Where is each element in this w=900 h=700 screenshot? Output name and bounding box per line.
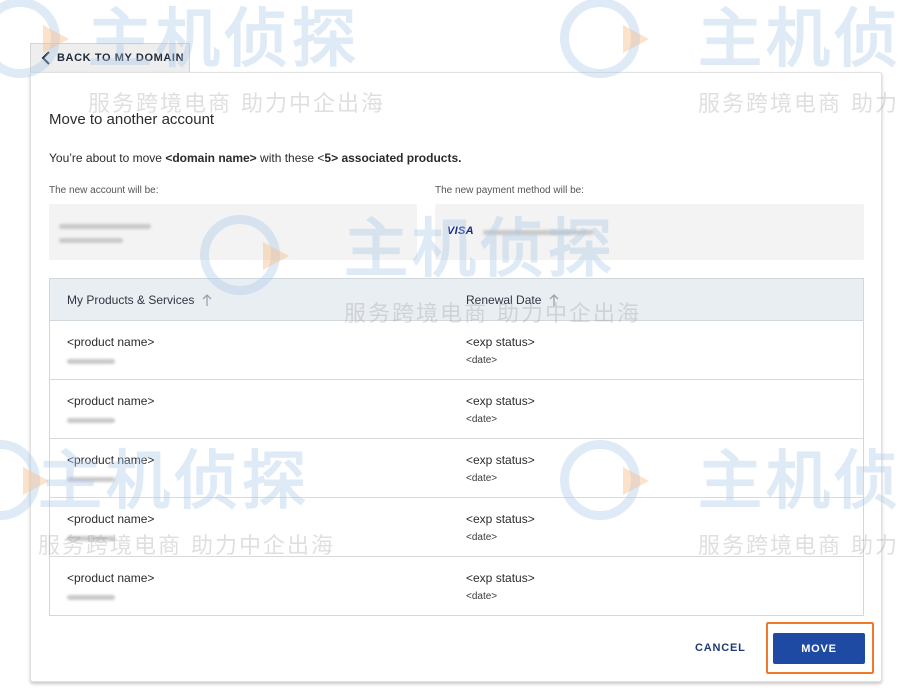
visa-icon: VISA <box>447 225 474 237</box>
blurred-domain <box>67 477 115 482</box>
product-name: <product name> <box>67 335 155 349</box>
chevron-left-icon <box>41 51 50 65</box>
new-account-box <box>49 204 417 260</box>
product-name: <product name> <box>67 453 155 467</box>
arrow-up-icon <box>202 294 212 306</box>
renewal-date: <date> <box>466 591 498 602</box>
table-row: <product name> <exp status> <date> <box>50 439 863 498</box>
move-button[interactable]: MOVE <box>773 633 865 664</box>
column-header-renewal-date[interactable]: Renewal Date <box>466 293 559 307</box>
new-payment-label: The new payment method will be: <box>435 185 584 196</box>
globe-icon <box>560 0 649 78</box>
blurred-account-name <box>59 224 151 229</box>
product-name: <product name> <box>67 571 155 585</box>
table-header: My Products & Services Renewal Date <box>50 279 863 321</box>
table-row: <product name> <exp status> <date> <box>50 321 863 380</box>
domain-name: <domain name> <box>165 151 257 165</box>
product-name: <product name> <box>67 512 155 526</box>
back-button-label: BACK TO MY DOMAIN <box>57 52 185 64</box>
exp-status: <exp status> <box>466 512 535 526</box>
blurred-domain <box>67 418 115 423</box>
arrow-up-icon <box>549 294 559 306</box>
intro-text: You’re about to move <domain name> with … <box>49 151 462 165</box>
product-name: <product name> <box>67 394 155 408</box>
exp-status: <exp status> <box>466 394 535 408</box>
renewal-date: <date> <box>466 355 498 366</box>
blurred-account-id <box>59 238 123 243</box>
exp-status: <exp status> <box>466 453 535 467</box>
blurred-domain <box>67 536 115 541</box>
dialog-title: Move to another account <box>49 111 215 128</box>
blurred-domain <box>67 359 115 364</box>
back-to-my-domain-button[interactable]: BACK TO MY DOMAIN <box>30 43 190 72</box>
table-row: <product name> <exp status> <date> <box>50 557 863 615</box>
products-table: My Products & Services Renewal Date <pro… <box>49 278 864 616</box>
table-row: <product name> <exp status> <date> <box>50 498 863 557</box>
exp-status: <exp status> <box>466 571 535 585</box>
blurred-domain <box>67 595 115 600</box>
new-account-label: The new account will be: <box>49 185 159 196</box>
cancel-button[interactable]: CANCEL <box>695 642 746 654</box>
blurred-card-number <box>483 230 593 235</box>
renewal-date: <date> <box>466 414 498 425</box>
table-row: <product name> <exp status> <date> <box>50 380 863 439</box>
exp-status: <exp status> <box>466 335 535 349</box>
new-payment-box: VISA <box>435 204 864 260</box>
renewal-date: <date> <box>466 532 498 543</box>
column-header-products[interactable]: My Products & Services <box>67 293 212 307</box>
move-account-card: Move to another account You’re about to … <box>30 72 882 682</box>
renewal-date: <date> <box>466 473 498 484</box>
